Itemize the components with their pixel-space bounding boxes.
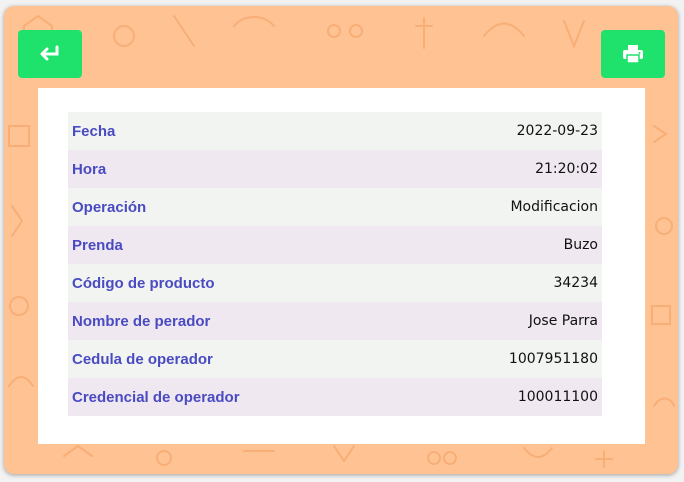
detail-row-nombre: Nombre de perador Jose Parra (68, 302, 602, 340)
detail-row-hora: Hora 21:20:02 (68, 150, 602, 188)
detail-label: Cedula de operador (68, 340, 412, 378)
detail-label: Código de producto (68, 264, 412, 302)
back-button[interactable] (18, 30, 82, 78)
print-button[interactable] (601, 30, 665, 78)
detail-value: Jose Parra (411, 302, 602, 340)
detail-value: 100011100 (411, 378, 602, 416)
printer-icon (623, 45, 643, 64)
detail-label: Fecha (68, 112, 412, 150)
details-table: Fecha 2022-09-23 Hora 21:20:02 Operación… (68, 112, 602, 416)
detail-row-fecha: Fecha 2022-09-23 (68, 112, 602, 150)
detail-label: Nombre de perador (68, 302, 412, 340)
app-frame: Fecha 2022-09-23 Hora 21:20:02 Operación… (4, 6, 678, 474)
detail-value: Modificacion (411, 188, 602, 226)
details-card: Fecha 2022-09-23 Hora 21:20:02 Operación… (38, 88, 645, 444)
detail-label: Prenda (68, 226, 412, 264)
return-arrow-icon (40, 45, 59, 61)
detail-row-cedula: Cedula de operador 1007951180 (68, 340, 602, 378)
detail-label: Hora (68, 150, 412, 188)
detail-value: 34234 (411, 264, 602, 302)
detail-label: Credencial de operador (68, 378, 412, 416)
detail-row-credencial: Credencial de operador 100011100 (68, 378, 602, 416)
detail-value: Buzo (411, 226, 602, 264)
detail-row-prenda: Prenda Buzo (68, 226, 602, 264)
detail-row-operacion: Operación Modificacion (68, 188, 602, 226)
detail-label: Operación (68, 188, 412, 226)
detail-value: 21:20:02 (411, 150, 602, 188)
detail-row-codigo: Código de producto 34234 (68, 264, 602, 302)
detail-value: 2022-09-23 (411, 112, 602, 150)
detail-value: 1007951180 (411, 340, 602, 378)
